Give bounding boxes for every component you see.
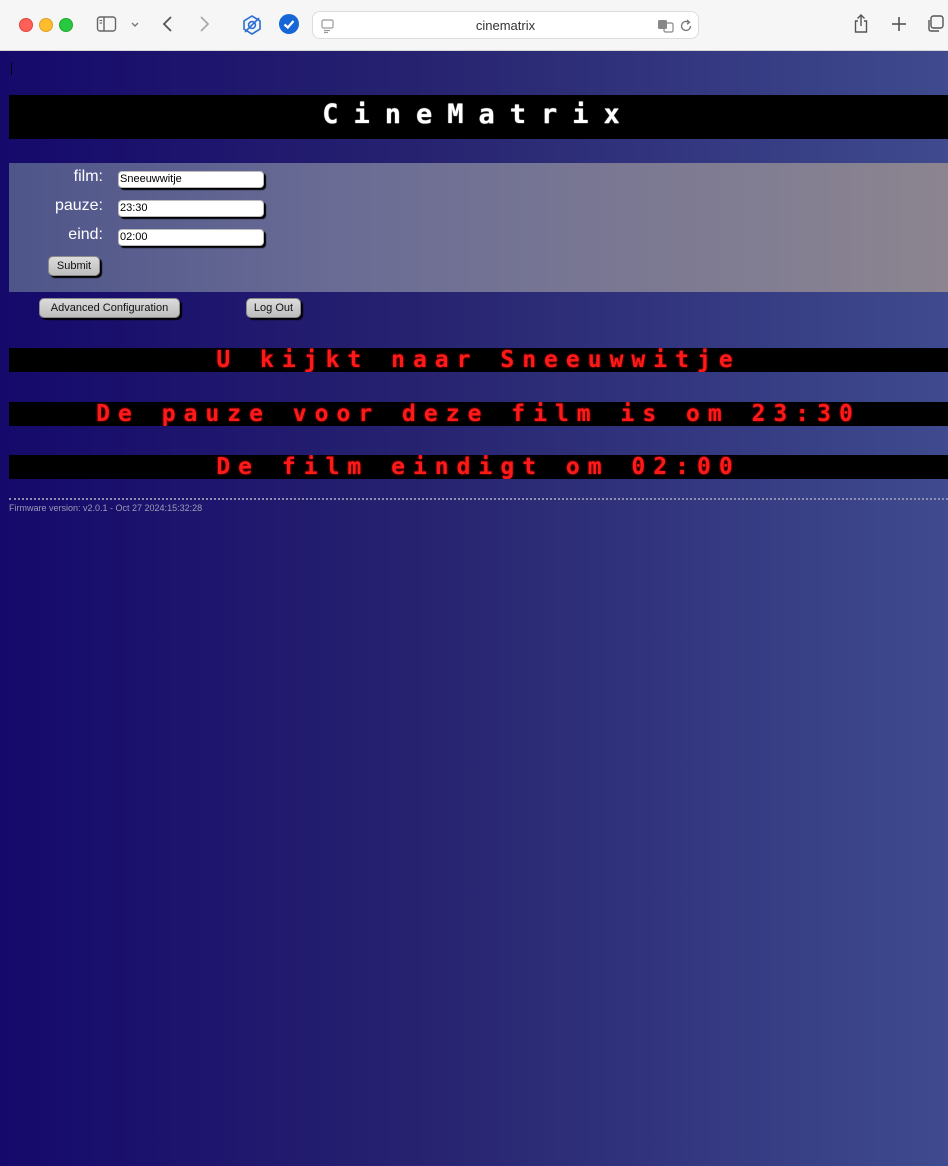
pauze-label: pauze: bbox=[54, 197, 103, 214]
share-icon[interactable] bbox=[852, 13, 870, 35]
minimize-window-button[interactable] bbox=[39, 18, 53, 32]
tab-overview-icon[interactable] bbox=[926, 14, 946, 34]
log-out-button[interactable]: Log Out bbox=[246, 298, 301, 318]
address-bar[interactable]: cinematrix bbox=[312, 11, 699, 39]
led-line-now-playing: U kijkt naar Sneeuwwitje bbox=[9, 348, 948, 372]
page-title: CineMatrix bbox=[322, 99, 635, 130]
close-window-button[interactable] bbox=[19, 18, 33, 32]
eind-input[interactable]: 02:00 bbox=[118, 229, 264, 246]
back-arrow-icon[interactable] bbox=[160, 14, 176, 34]
title-banner: CineMatrix bbox=[9, 95, 948, 139]
new-tab-icon[interactable] bbox=[890, 14, 908, 34]
pauze-input[interactable]: 23:30 bbox=[118, 200, 264, 217]
film-label: film: bbox=[73, 168, 103, 185]
zoom-window-button[interactable] bbox=[59, 18, 73, 32]
firmware-version: Firmware version: v2.0.1 - Oct 27 2024:1… bbox=[9, 503, 203, 513]
eind-label: eind: bbox=[68, 226, 103, 243]
url-text: cinematrix bbox=[475, 18, 536, 33]
forward-arrow-icon[interactable] bbox=[196, 14, 212, 34]
advanced-configuration-button[interactable]: Advanced Configuration bbox=[39, 298, 180, 318]
led-line-pause-time: De pauze voor deze film is om 23:30 bbox=[9, 402, 948, 426]
text-cursor bbox=[11, 63, 12, 75]
extension-icon[interactable] bbox=[241, 14, 263, 36]
film-input[interactable]: Sneeuwwitje bbox=[118, 171, 264, 188]
page-content: CineMatrix film: Sneeuwwitje pauze: 23:3… bbox=[0, 51, 948, 1166]
sidebar-icon[interactable] bbox=[96, 14, 118, 34]
chevron-down-icon[interactable] bbox=[129, 14, 141, 34]
led-line-end-time: De film eindigt om 02:00 bbox=[9, 455, 948, 479]
settings-form: film: Sneeuwwitje pauze: 23:30 eind: 02:… bbox=[9, 163, 948, 292]
checkmark-extension-icon[interactable] bbox=[278, 13, 300, 35]
browser-toolbar: cinematrix bbox=[0, 0, 948, 51]
reload-icon[interactable] bbox=[679, 18, 693, 34]
submit-button[interactable]: Submit bbox=[48, 256, 100, 276]
footer-divider bbox=[9, 498, 948, 500]
translate-icon[interactable] bbox=[657, 18, 675, 34]
